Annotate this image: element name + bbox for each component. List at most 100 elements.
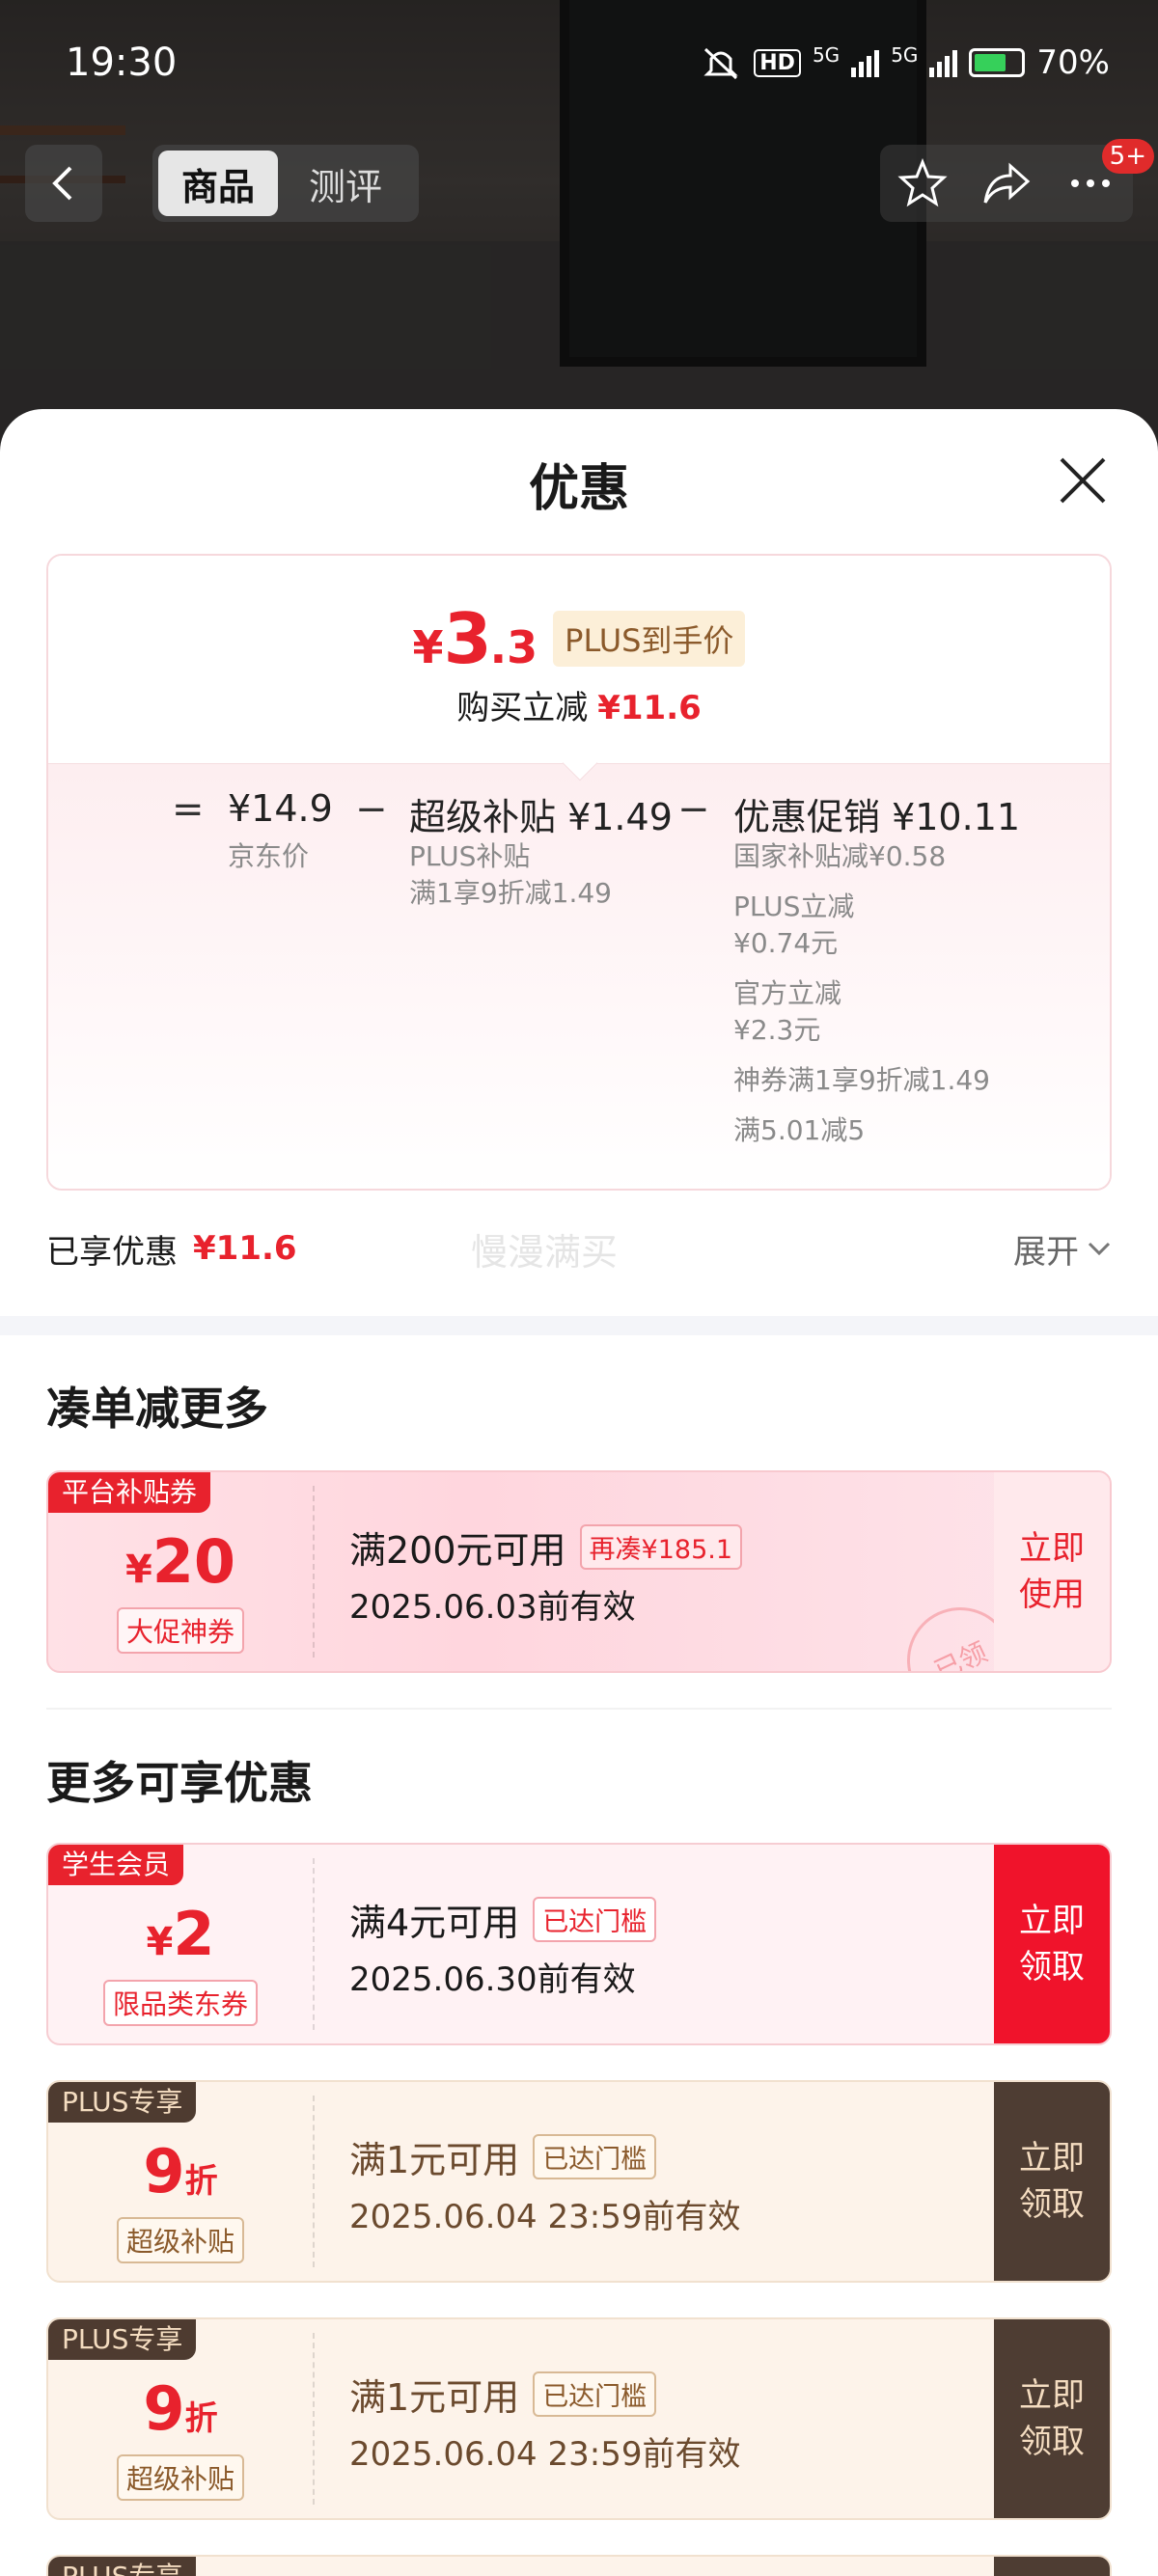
coupon-amount-value: 2 <box>173 1899 215 1969</box>
formula-minus-1: − <box>355 787 388 832</box>
sheet-title: 优惠 <box>528 460 629 518</box>
coupon-condition-row: 满4元可用 已达门槛 <box>349 1893 657 1946</box>
status-bar: 19:30 HD 5G 5G 70% <box>66 39 1110 87</box>
faded-text: 慢漫满买 <box>471 1230 619 1274</box>
close-icon[interactable] <box>1056 453 1110 507</box>
claim-now-button[interactable]: 立即 领取 <box>994 1845 1110 2043</box>
coupon-unit: 折 <box>184 2162 218 2201</box>
nav-tabs: 商品 测评 <box>152 145 419 222</box>
coupon-info: 满4元可用 已达门槛 2025.06.30前有效 <box>313 1845 994 2043</box>
promo-line: 国家补贴减¥0.58 <box>733 840 947 872</box>
coupon-card: PLUS专享 <box>46 2555 1112 2576</box>
coupon-tag: 学生会员 <box>48 1845 184 1885</box>
reduce-value: ¥11.6 <box>597 689 702 727</box>
promo-line: 官方立减 <box>733 977 842 1009</box>
nav-actions: 5+ <box>880 139 1154 222</box>
discount-summary: 已享优惠 ¥11.6 慢漫满买 展开 <box>46 1219 1112 1277</box>
coupon-chip: 已达门槛 <box>533 1897 657 1942</box>
coupon-tag: PLUS专享 <box>48 2319 197 2360</box>
final-price-integer: 3 <box>443 598 492 679</box>
super-subsidy-line: 满1享9折减1.49 <box>409 877 612 909</box>
coupon-card: PLUS专享 9折 超级补贴 满1元可用 已达门槛 2025.06.04 23:… <box>46 2317 1112 2520</box>
coupon-condition: 满1元可用 <box>349 2376 520 2419</box>
net-label-2: 5G <box>891 43 919 67</box>
use-now-button[interactable]: 立即 使用 <box>994 1472 1110 1671</box>
reduce-label: 购买立减 <box>456 689 589 727</box>
tab-product[interactable]: 商品 <box>158 151 278 216</box>
coupon-subtype: 超级补贴 <box>116 2217 245 2263</box>
final-price-decimal: .3 <box>489 621 538 673</box>
coupon-amount-value: 9 <box>143 2373 185 2444</box>
section-title-combine: 凑单减更多 <box>46 1383 268 1435</box>
coupon-chip: 已达门槛 <box>533 2371 657 2417</box>
coupon-amount: 9折 <box>48 2373 313 2444</box>
coupon-value-area: PLUS专享 9折 超级补贴 <box>48 2082 313 2281</box>
coupon-chip: 已达门槛 <box>533 2134 657 2179</box>
price-top: ¥ 3 .3 PLUS到手价 购买立减 ¥11.6 <box>48 556 1110 763</box>
coupon-condition-row: 满200元可用 再凑¥185.1 <box>349 1521 743 1574</box>
status-icons: HD 5G 5G 70% <box>700 43 1110 82</box>
coupon-tag: PLUS专享 <box>48 2082 197 2123</box>
coupon-condition: 满4元可用 <box>349 1902 520 1944</box>
final-price-yen: ¥ <box>412 621 444 673</box>
jd-price: ¥14.9 <box>228 787 333 830</box>
chevron-left-icon <box>52 166 72 201</box>
coupon-amount: 9折 <box>48 2136 313 2206</box>
coupon-value-area: PLUS专享 9折 超级补贴 <box>48 2319 313 2518</box>
action-line: 领取 <box>1019 2423 1085 2461</box>
action-line: 领取 <box>1019 2185 1085 2224</box>
coupon-tag: 平台补贴券 <box>48 1472 211 1513</box>
discount-sheet: 优惠 ¥ 3 .3 PLUS到手价 购买立减 ¥11.6 = ¥14.9 京东价 … <box>0 409 1158 2576</box>
coupon-subtype: 超级补贴 <box>116 2454 245 2501</box>
super-subsidy-title: 超级补贴 ¥1.49 <box>409 796 673 838</box>
expand-button[interactable]: 展开 <box>1013 1225 1112 1273</box>
coupon-condition: 满1元可用 <box>349 2139 520 2181</box>
coupon-condition: 满200元可用 <box>349 1529 566 1572</box>
promo-line: ¥0.74元 <box>733 927 839 959</box>
coupon-value-area: 学生会员 ¥2 限品类东券 <box>48 1845 313 2043</box>
promo-title: 优惠促销 ¥10.11 <box>733 796 1021 838</box>
summary-label: 已享优惠 <box>46 1232 178 1272</box>
coupon-unit: 折 <box>184 2399 218 2438</box>
expand-label: 展开 <box>1013 1232 1079 1272</box>
action-line: 立即 <box>1019 2376 1085 2415</box>
coupon-condition-row: 满1元可用 已达门槛 <box>349 2130 657 2183</box>
chevron-down-icon <box>1088 1242 1111 1256</box>
claim-now-button[interactable]: 立即 领取 <box>994 2319 1110 2518</box>
plus-price-tag: PLUS到手价 <box>553 611 746 667</box>
action-line: 领取 <box>1019 1948 1085 1987</box>
net-label-1: 5G <box>812 43 841 67</box>
back-button[interactable] <box>25 145 102 222</box>
coupon-amount-value: 9 <box>143 2136 185 2206</box>
summary-value: ¥11.6 <box>193 1229 297 1268</box>
claim-now-button[interactable] <box>994 2557 1110 2576</box>
coupon-info: 满200元可用 再凑¥185.1 2025.06.03前有效 <box>313 1472 994 1671</box>
coupon-validity: 2025.06.30前有效 <box>349 1960 636 1999</box>
formula-minus-2: − <box>677 787 710 832</box>
coupon-validity: 2025.06.04 23:59前有效 <box>349 2435 741 2474</box>
coupon-validity: 2025.06.03前有效 <box>349 1588 636 1627</box>
super-subsidy-line: PLUS补贴 <box>409 840 531 872</box>
coupon-amount: ¥20 <box>48 1526 313 1597</box>
section-title-more: 更多可享优惠 <box>46 1757 313 1809</box>
final-price: ¥ 3 .3 PLUS到手价 <box>48 598 1110 679</box>
coupon-info: 满1元可用 已达门槛 2025.06.04 23:59前有效 <box>313 2319 994 2518</box>
mute-icon <box>703 47 738 80</box>
promo-line: 神券满1享9折减1.49 <box>733 1064 990 1096</box>
claim-now-button[interactable]: 立即 领取 <box>994 2082 1110 2281</box>
tab-review[interactable]: 测评 <box>286 151 405 216</box>
status-time: 19:30 <box>66 41 178 85</box>
battery-icon <box>969 48 1026 77</box>
promo-line: ¥2.3元 <box>733 1014 821 1046</box>
top-nav: 商品 测评 5+ <box>25 139 1154 222</box>
coupon-card: PLUS专享 9折 超级补贴 满1元可用 已达门槛 2025.06.04 23:… <box>46 2080 1112 2283</box>
share-icon[interactable] <box>981 158 1032 208</box>
signal-icon <box>851 48 880 77</box>
divider <box>46 1708 1112 1710</box>
coupon-value-area: 平台补贴券 ¥20 大促神券 <box>48 1472 313 1671</box>
coupon-condition-row: 满1元可用 已达门槛 <box>349 2368 657 2421</box>
coupon-yen: ¥ <box>124 1548 152 1592</box>
coupon-yen: ¥ <box>146 1920 174 1964</box>
star-icon[interactable] <box>897 158 948 208</box>
coupon-validity: 2025.06.04 23:59前有效 <box>349 2198 741 2236</box>
